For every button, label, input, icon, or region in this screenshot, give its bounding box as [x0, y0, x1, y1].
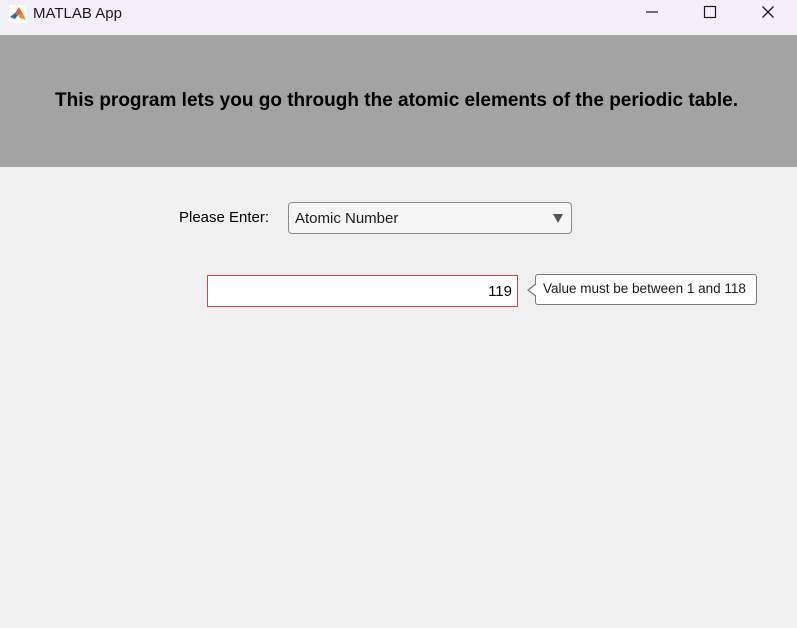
app-window: MATLAB App This program lets you go thro… — [0, 0, 797, 628]
atomic-number-value: 119 — [488, 283, 512, 300]
atomic-number-field[interactable]: 119 — [207, 275, 518, 307]
validation-tooltip: Value must be between 1 and 118 — [527, 274, 757, 305]
close-icon — [761, 5, 775, 24]
validation-message: Value must be between 1 and 118 — [543, 281, 746, 296]
dropdown-selected-value: Atomic Number — [295, 210, 399, 227]
header-banner: This program lets you go through the ato… — [0, 35, 797, 167]
minimize-button[interactable] — [623, 0, 681, 28]
header-description: This program lets you go through the ato… — [54, 90, 739, 111]
matlab-logo-icon — [9, 5, 27, 23]
title-bar[interactable]: MATLAB App — [0, 0, 797, 35]
please-enter-label: Please Enter: — [179, 209, 270, 226]
input-mode-dropdown[interactable]: Atomic Number — [288, 202, 572, 234]
window-title: MATLAB App — [33, 5, 122, 22]
minimize-icon — [645, 5, 659, 24]
maximize-button[interactable] — [681, 0, 739, 28]
dropdown-arrow-icon — [553, 214, 563, 223]
close-button[interactable] — [739, 0, 797, 28]
maximize-icon — [703, 5, 717, 24]
